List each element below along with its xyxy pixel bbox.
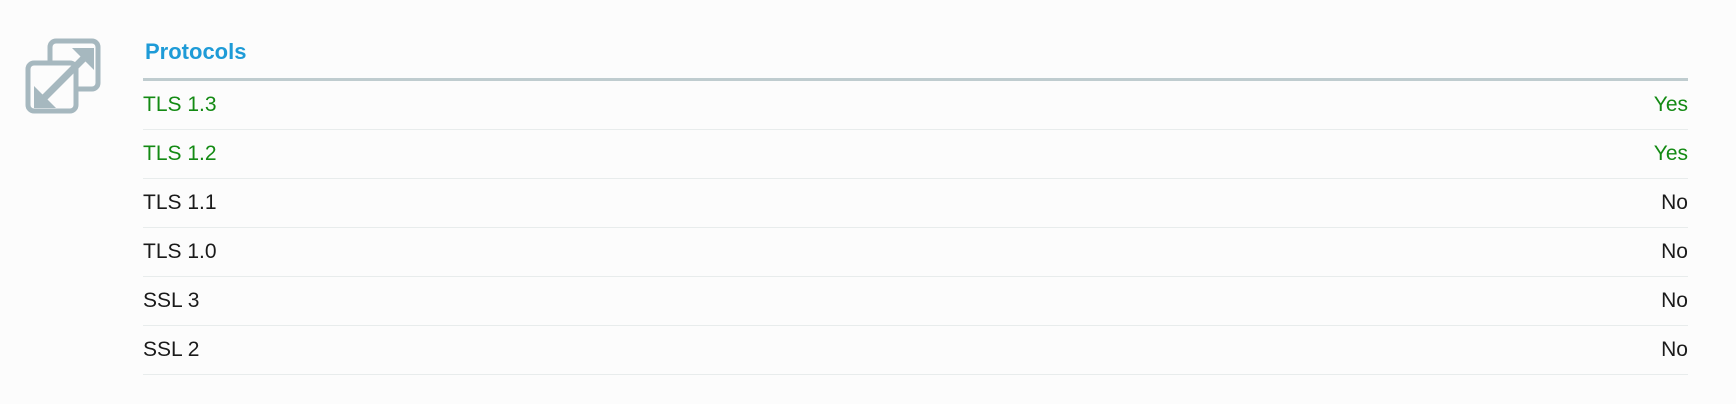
protocol-row: TLS 1.2 Yes	[143, 130, 1688, 179]
protocols-list: TLS 1.3 Yes TLS 1.2 Yes TLS 1.1 No TLS 1.0 No SS…	[143, 81, 1688, 375]
protocol-name: TLS 1.1	[143, 191, 217, 214]
protocol-support-value: No	[1661, 289, 1688, 312]
protocol-support-value: No	[1661, 191, 1688, 214]
protocol-name: TLS 1.0	[143, 240, 217, 263]
protocol-support-value: Yes	[1653, 142, 1688, 165]
protocol-name: TLS 1.2	[143, 142, 217, 165]
protocol-name: SSL 3	[143, 289, 200, 312]
protocol-support-value: No	[1661, 240, 1688, 263]
protocol-support-value: Yes	[1653, 93, 1688, 116]
protocol-row: TLS 1.0 No	[143, 228, 1688, 277]
protocol-support-value: No	[1661, 338, 1688, 361]
protocols-section: Protocols TLS 1.3 Yes TLS 1.2 Yes TLS 1.1 No T…	[0, 0, 1736, 404]
protocol-row: TLS 1.3 Yes	[143, 81, 1688, 130]
section-title: Protocols	[143, 38, 1688, 81]
protocol-row: SSL 3 No	[143, 277, 1688, 326]
protocol-name: SSL 2	[143, 338, 200, 361]
protocol-row: SSL 2 No	[143, 326, 1688, 375]
protocol-name: TLS 1.3	[143, 93, 217, 116]
protocols-panel: Protocols TLS 1.3 Yes TLS 1.2 Yes TLS 1.1 No T…	[143, 38, 1688, 375]
protocol-row: TLS 1.1 No	[143, 179, 1688, 228]
expand-arrows-icon	[24, 36, 106, 118]
